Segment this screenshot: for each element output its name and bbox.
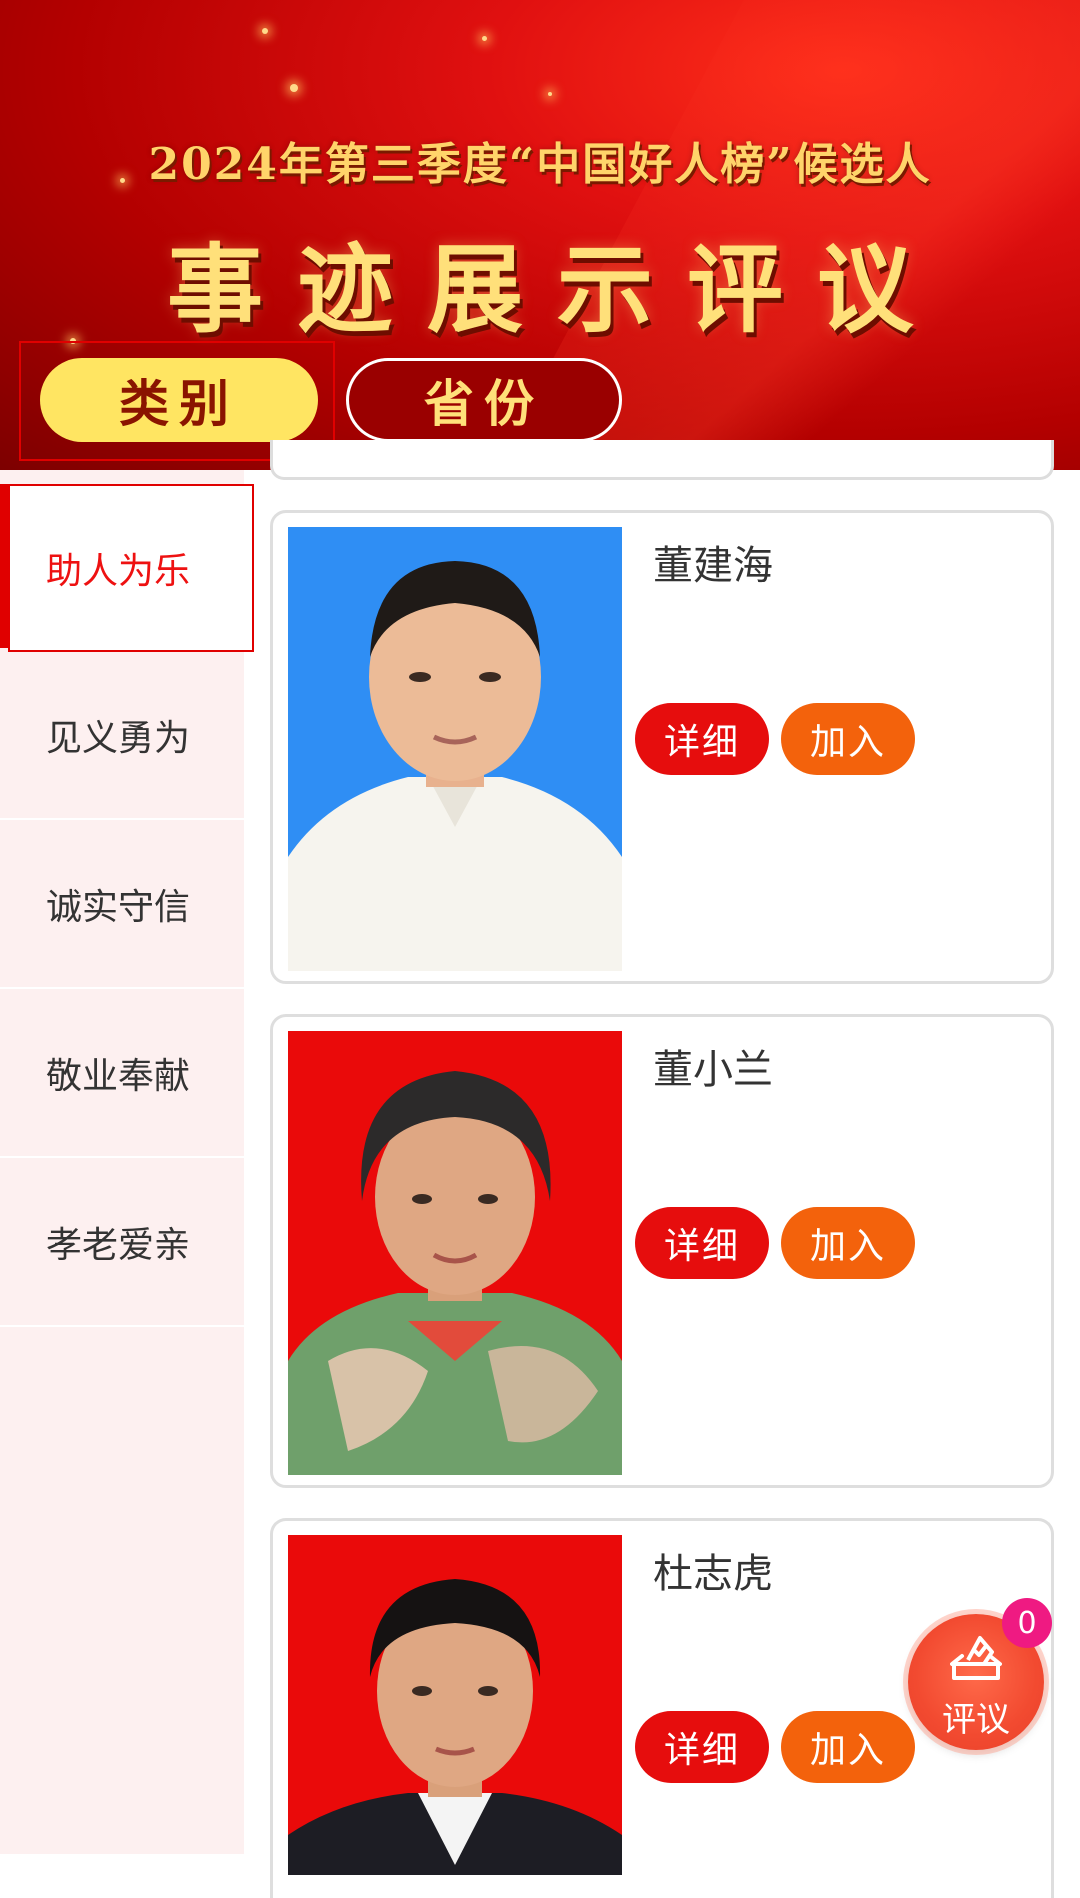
candidate-name: 杜志虎 [653, 1551, 773, 1597]
sidebar-item-bravery[interactable]: 见义勇为 [0, 652, 244, 820]
comment-count-badge: 0 [1002, 1598, 1052, 1648]
sparkle [548, 92, 552, 96]
tab-category[interactable]: 类别 [40, 358, 318, 442]
candidate-card: 董小兰 详细 加入 [270, 1014, 1054, 1488]
join-button[interactable]: 加入 [781, 1711, 915, 1783]
sidebar-item-dedication[interactable]: 敬业奉献 [0, 990, 244, 1158]
detail-button[interactable]: 详细 [635, 1207, 769, 1279]
banner-subtitle: 2024年第三季度“中国好人榜”候选人 [148, 139, 932, 190]
detail-button[interactable]: 详细 [635, 1711, 769, 1783]
join-button[interactable]: 加入 [781, 703, 915, 775]
sidebar-item-honesty[interactable]: 诚实守信 [0, 821, 244, 989]
ballot-box-icon [950, 1636, 1002, 1680]
candidate-card: 董建海 详细 加入 [270, 510, 1054, 984]
join-button[interactable]: 加入 [781, 1207, 915, 1279]
candidate-photo[interactable] [288, 527, 622, 971]
sidebar-item-filial-piety[interactable]: 孝老爱亲 [0, 1159, 244, 1327]
comment-button-label: 评议 [942, 1700, 1010, 1740]
previous-card-edge [270, 440, 1054, 480]
sidebar-active-indicator [0, 484, 8, 648]
candidate-name: 董建海 [653, 543, 773, 589]
tab-province[interactable]: 省份 [346, 358, 622, 442]
sparkle [290, 84, 298, 92]
candidate-photo[interactable] [288, 1031, 622, 1475]
sparkle [482, 36, 487, 41]
candidate-photo[interactable] [288, 1535, 622, 1875]
candidate-name: 董小兰 [653, 1047, 773, 1093]
sidebar-item-helping-others[interactable]: 助人为乐 [8, 484, 254, 652]
banner-title: 事迹展示评议 [167, 233, 947, 346]
sparkle [262, 28, 268, 34]
detail-button[interactable]: 详细 [635, 703, 769, 775]
